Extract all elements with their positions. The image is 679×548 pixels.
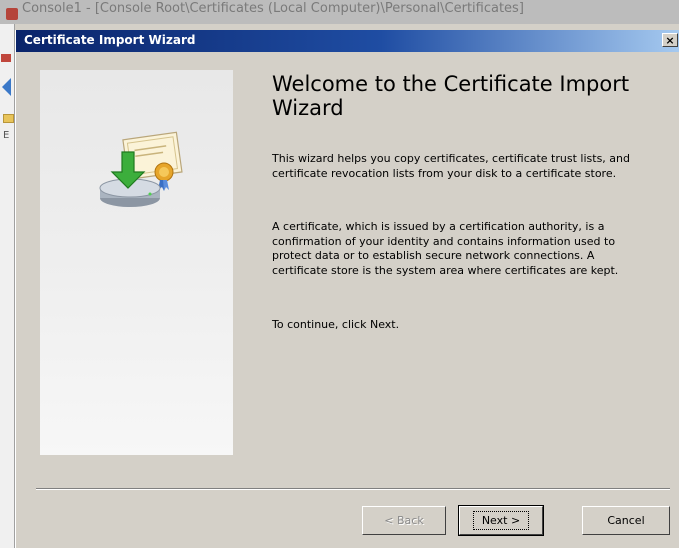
page-title: Welcome to the Certificate Import Wizard [272,72,630,120]
back-button[interactable]: < Back [362,506,446,535]
wizard-side-panel [40,70,233,455]
folder-icon[interactable] [3,114,14,123]
back-button-label: < Back [384,514,424,527]
dialog-titlebar[interactable]: Certificate Import Wizard × [16,30,679,52]
dialog-title: Certificate Import Wizard [24,33,196,47]
console-tree-strip: E [0,24,15,548]
button-divider [36,488,670,490]
close-button[interactable]: × [662,33,678,47]
continue-instruction: To continue, click Next. [272,318,400,331]
cancel-button-label: Cancel [607,514,645,527]
console-title: Console1 - [Console Root\Certificates (L… [22,1,524,16]
mmc-app-icon [6,8,18,20]
next-button[interactable]: Next > [458,505,544,536]
close-icon: × [665,34,675,47]
tree-item-label: E [3,130,10,141]
certificate-import-wizard-dialog: Certificate Import Wizard × Welcome to t… [15,30,679,548]
certificate-import-icon [99,131,183,207]
cancel-button[interactable]: Cancel [582,506,670,535]
console-titlebar: Console1 - [Console Root\Certificates (L… [0,0,679,24]
next-button-label: Next > [472,511,530,530]
certificate-description-paragraph: A certificate, which is issued by a cert… [272,220,619,277]
intro-paragraph: This wizard helps you copy certificates,… [272,152,630,180]
back-arrow-icon[interactable] [2,78,11,96]
toolbar-icon [1,54,11,62]
